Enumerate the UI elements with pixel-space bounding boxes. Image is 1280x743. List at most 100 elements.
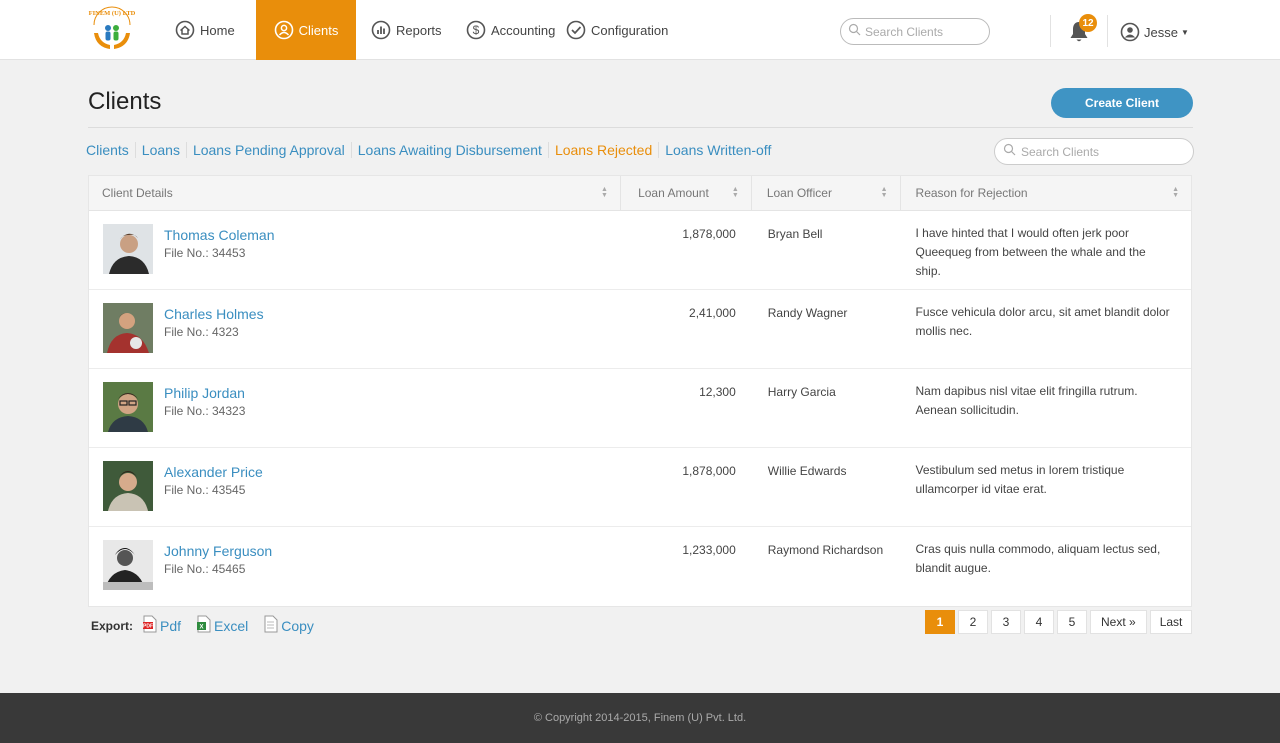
client-avatar [103,461,153,511]
nav-clients[interactable]: Clients [256,0,356,60]
client-info: Alexander Price File No.: 43545 [164,448,263,526]
top-search-input[interactable] [865,24,983,39]
client-name-link[interactable]: Thomas Coleman [164,227,275,243]
tab-clients[interactable]: Clients [86,142,135,158]
nav-reports-label: Reports [396,22,442,38]
table-row[interactable]: Johnny Ferguson File No.: 45465 1,233,00… [89,527,1191,606]
nav-accounting-label: Accounting [491,22,556,38]
export-copy-link[interactable]: Copy [263,615,314,636]
export-excel-link[interactable]: X Excel [196,615,248,636]
page-1-button[interactable]: 1 [925,610,955,634]
search-icon [1003,143,1016,161]
pdf-file-icon: PDF [142,615,158,636]
page-3-button[interactable]: 3 [991,610,1021,634]
loan-amount-cell: 12,300 [699,385,736,399]
loan-amount-cell: 2,41,000 [689,306,736,320]
table-header: Client Details ▲ ▼ Loan Amount ▲ ▼ Loan Of… [89,176,1191,211]
user-menu[interactable]: Jesse ▼ [1120,22,1189,42]
chevron-down-icon: ▼ [1180,27,1189,37]
tab-loans-written-off[interactable]: Loans Written-off [658,142,777,158]
client-info: Charles Holmes File No.: 4323 [164,290,264,368]
client-file-number: File No.: 43545 [164,483,246,497]
export-pdf-link[interactable]: PDF Pdf [142,615,181,636]
loan-amount-cell: 1,878,000 [682,464,736,478]
export-pdf-label: Pdf [160,617,182,634]
table-search-box[interactable] [994,138,1194,165]
client-avatar [103,540,153,590]
column-header-label: Client Details [102,186,173,200]
pagination: 1 2 3 4 5 Next » Last [922,610,1193,634]
rejection-reason-cell: I have hinted that I would often jerk po… [915,226,1146,278]
page-4-button[interactable]: 4 [1024,610,1054,634]
client-details-cell: Alexander Price File No.: 43545 [89,448,621,526]
tab-loans-awaiting-disbursement[interactable]: Loans Awaiting Disbursement [350,142,548,158]
loan-officer-cell: Bryan Bell [767,227,823,241]
column-header-loan-officer[interactable]: Loan Officer ▲ ▼ [752,176,901,210]
export-bar: Export: PDF Pdf X Excel Copy [91,615,329,636]
nav-divider [1050,15,1051,47]
sort-icon: ▲ ▼ [1172,186,1179,199]
nav-home[interactable]: Home [175,0,235,60]
dollar-icon: $ [466,20,486,40]
column-header-label: Reason for Rejection [915,186,1028,200]
top-navbar: FINEM (U) LTD Home Clients Reports $ Acc… [0,0,1280,60]
page-title: Clients [88,88,162,115]
nav-reports[interactable]: Reports [371,0,442,60]
client-details-cell: Charles Holmes File No.: 4323 [89,290,621,368]
bar-chart-icon [371,20,391,40]
copy-document-icon [263,615,279,636]
column-header-reason-for-rejection[interactable]: Reason for Rejection ▲ ▼ [901,176,1191,210]
last-page-button[interactable]: Last [1149,610,1193,634]
table-row[interactable]: Thomas Coleman File No.: 34453 1,878,000… [89,211,1191,290]
client-details-cell: Philip Jordan File No.: 34323 [89,369,621,447]
client-avatar [103,382,153,432]
user-name: Jesse [1144,24,1178,40]
column-header-loan-amount[interactable]: Loan Amount ▲ ▼ [621,176,752,210]
nav-accounting[interactable]: $ Accounting [466,0,555,60]
next-page-button[interactable]: Next » [1090,610,1147,634]
table-search-input[interactable] [1021,144,1181,159]
top-search-box[interactable] [840,18,990,45]
client-file-number: File No.: 34453 [164,246,246,260]
client-file-number: File No.: 45465 [164,562,246,576]
rejection-reason-cell: Nam dapibus nisl vitae elit fringilla ru… [915,384,1138,417]
export-label: Export: [91,618,133,633]
tab-loans-rejected[interactable]: Loans Rejected [547,142,658,158]
table-row[interactable]: Philip Jordan File No.: 34323 12,300 Har… [89,369,1191,448]
column-header-label: Loan Officer [766,186,832,200]
client-name-link[interactable]: Johnny Ferguson [164,543,272,559]
excel-file-icon: X [196,615,212,636]
table-row[interactable]: Alexander Price File No.: 43545 1,878,00… [89,448,1191,527]
loan-amount-cell: 1,233,000 [682,543,736,557]
sort-icon: ▲ ▼ [731,186,739,199]
rejection-reason-cell: Vestibulum sed metus in lorem tristique … [915,463,1125,496]
tab-loans[interactable]: Loans [134,142,186,158]
client-details-cell: Thomas Coleman File No.: 34453 [89,211,621,289]
client-details-cell: Johnny Ferguson File No.: 45465 [89,527,621,606]
page-2-button[interactable]: 2 [958,610,988,634]
page-footer: © Copyright 2014-2015, Finem (U) Pvt. Lt… [0,693,1280,743]
client-name-link[interactable]: Philip Jordan [164,385,245,401]
client-name-link[interactable]: Charles Holmes [164,306,264,322]
tab-loans-pending-approval[interactable]: Loans Pending Approval [185,142,351,158]
search-icon [848,23,861,41]
sort-icon: ▲ ▼ [601,186,608,199]
client-name-link[interactable]: Alexander Price [164,464,263,480]
svg-text:$: $ [473,23,480,37]
nav-divider [1107,15,1108,47]
check-circle-icon [566,20,586,40]
nav-home-label: Home [200,22,235,38]
loan-officer-cell: Willie Edwards [767,464,847,478]
table-row[interactable]: Charles Holmes File No.: 4323 2,41,000 R… [89,290,1191,369]
company-logo[interactable]: FINEM (U) LTD [86,3,138,57]
rejected-loans-table: Client Details ▲ ▼ Loan Amount ▲ ▼ Loan Of… [88,175,1192,607]
create-client-button[interactable]: Create Client [1051,88,1193,118]
notification-count-badge: 12 [1079,14,1097,32]
nav-configuration[interactable]: Configuration [566,0,668,60]
home-icon [175,20,195,40]
user-circle-icon [274,20,294,40]
column-header-client-details[interactable]: Client Details ▲ ▼ [89,176,621,210]
loans-subnav: Clients Loans Loans Pending Approval Loa… [86,142,777,158]
page-5-button[interactable]: 5 [1057,610,1087,634]
loan-amount-cell: 1,878,000 [682,227,736,241]
